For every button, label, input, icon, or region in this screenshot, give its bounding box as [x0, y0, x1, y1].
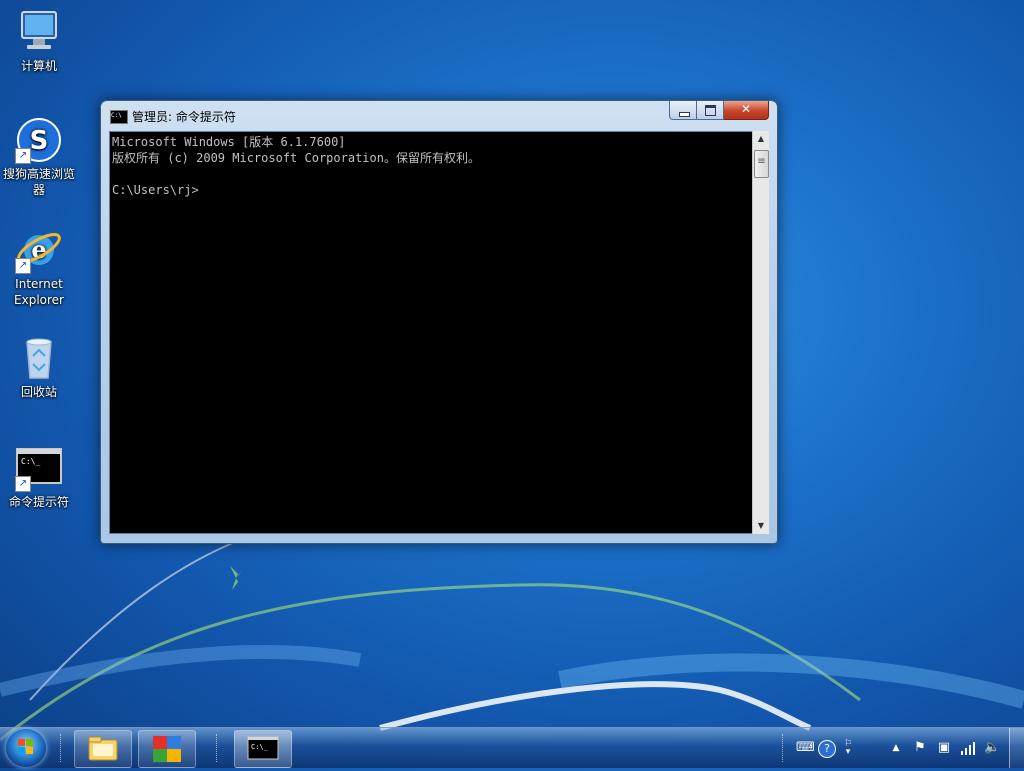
desktop-icon-label: 搜狗高速浏览器: [2, 167, 75, 197]
desktop-icon-sogou-browser[interactable]: S ↗ 搜狗高速浏览器: [0, 116, 78, 198]
start-button[interactable]: [6, 729, 46, 767]
console-line: 版权所有 (c) 2009 Microsoft Corporation。保留所有…: [112, 151, 480, 165]
maximize-button[interactable]: [697, 101, 724, 120]
taskbar-grip[interactable]: [782, 734, 786, 762]
desktop-icon-label: 计算机: [20, 59, 57, 73]
scroll-thumb[interactable]: [754, 150, 769, 178]
window-titlebar[interactable]: C:\ 管理员: 命令提示符: [101, 101, 777, 129]
console-prompt: C:\Users\rj>: [112, 183, 199, 197]
windows-start-icon: [18, 739, 34, 755]
desktop-icon-internet-explorer[interactable]: e ↗ Internet Explorer: [0, 226, 78, 308]
taskbar-item-windows-explorer[interactable]: [74, 730, 132, 768]
command-prompt-icon: C:\_: [247, 736, 279, 760]
help-icon[interactable]: ?: [818, 740, 836, 758]
desktop-icon-label: 回收站: [20, 385, 57, 399]
window-controls: [669, 101, 769, 121]
volume-icon[interactable]: 🔈: [984, 740, 1000, 756]
desktop-icon-computer[interactable]: 计算机: [0, 8, 78, 74]
taskbar-grip[interactable]: [60, 734, 64, 762]
svg-text:C:\_: C:\_: [21, 457, 40, 466]
console-output[interactable]: Microsoft Windows [版本 6.1.7600] 版权所有 (c)…: [109, 131, 753, 534]
svg-text:S: S: [30, 126, 49, 156]
vertical-scrollbar[interactable]: ▲ ▼: [752, 131, 769, 534]
recycle-bin-icon: [15, 334, 63, 382]
safely-remove-hardware-icon[interactable]: ▣: [936, 740, 952, 756]
show-hidden-icons[interactable]: ▲: [888, 740, 904, 756]
ime-options-icon[interactable]: ⚐ ▾: [840, 740, 856, 757]
keyboard-icon[interactable]: ⌨: [796, 740, 815, 756]
internet-explorer-icon: e ↗: [15, 226, 63, 274]
cmd-window-icon[interactable]: C:\: [110, 110, 128, 124]
scroll-down-arrow-icon[interactable]: ▼: [753, 518, 769, 534]
window-title: 管理员: 命令提示符: [132, 110, 236, 124]
network-signal-icon[interactable]: [960, 740, 976, 756]
taskbar-item-puzzle-app[interactable]: [138, 730, 196, 768]
sogou-browser-icon: S ↗: [15, 116, 63, 164]
desktop-icon-label: Internet Explorer: [14, 277, 64, 307]
scroll-up-arrow-icon[interactable]: ▲: [753, 131, 769, 147]
action-center-flag-icon[interactable]: ⚑: [912, 740, 928, 756]
desktop-icon-label: 命令提示符: [8, 495, 69, 509]
command-prompt-icon: C:\_ ↗: [15, 444, 63, 492]
puzzle-app-icon: [153, 736, 181, 762]
svg-text:C:\_: C:\_: [251, 743, 269, 751]
computer-icon: [15, 8, 63, 56]
shortcut-arrow-icon: ↗: [15, 148, 31, 164]
taskbar-item-command-prompt[interactable]: C:\_: [234, 730, 292, 768]
console-line: Microsoft Windows [版本 6.1.7600]: [112, 135, 346, 149]
taskbar-grip[interactable]: [216, 734, 220, 762]
desktop-icon-command-prompt[interactable]: C:\_ ↗ 命令提示符: [0, 444, 78, 510]
show-desktop-button[interactable]: [1009, 728, 1024, 768]
taskbar: C:\_ ⌨ ? ⚐ ▾ ▲ ⚑ ▣ 🔈: [0, 727, 1024, 768]
shortcut-arrow-icon: ↗: [15, 476, 31, 492]
minimize-button[interactable]: [669, 101, 697, 120]
shortcut-arrow-icon: ↗: [15, 258, 31, 274]
windows-explorer-icon: [88, 736, 118, 761]
desktop-icon-recycle-bin[interactable]: 回收站: [0, 334, 78, 400]
command-prompt-window[interactable]: C:\ 管理员: 命令提示符 Microsoft Windows [版本 6.1…: [100, 100, 778, 544]
close-button[interactable]: [724, 101, 769, 120]
